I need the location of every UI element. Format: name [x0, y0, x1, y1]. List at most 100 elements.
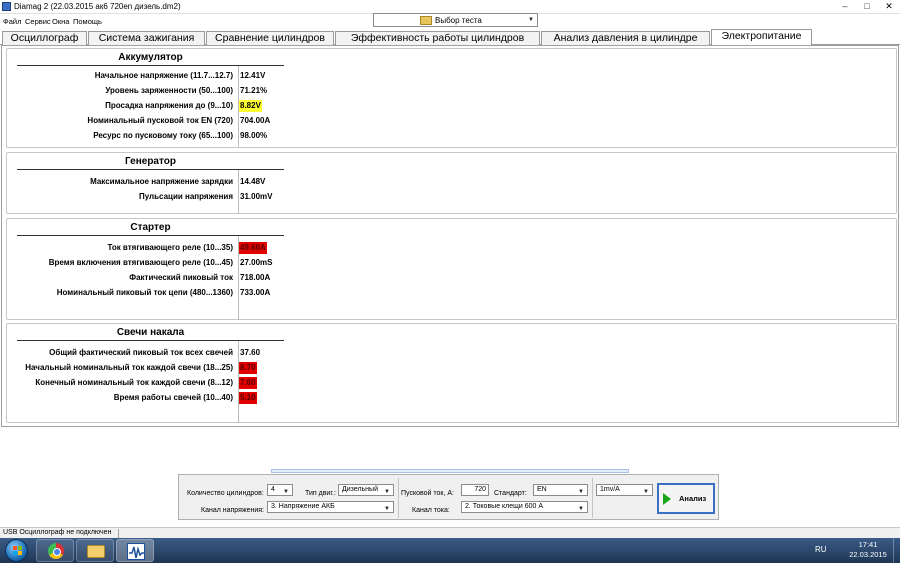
result-label: Общий фактический пиковый ток всех свече…: [49, 348, 233, 357]
divider: [17, 65, 284, 66]
divider: [592, 478, 593, 518]
window-title: Diamag 2 (22.03.2015 ак6 720en дизель.dm…: [14, 2, 181, 11]
voltage-channel-select[interactable]: 3. Напряжение АКБ ▼: [267, 501, 394, 513]
result-value: 718.00A: [240, 273, 271, 282]
usb-status: USB Осциллограф не подключен: [3, 529, 112, 536]
chrome-icon: [48, 543, 64, 559]
close-button[interactable]: ✕: [878, 0, 900, 13]
folder-icon: [420, 16, 432, 25]
chevron-down-icon: ▼: [283, 489, 289, 495]
panel-splitter[interactable]: [271, 469, 629, 473]
result-row: Номинальный пусковой ток EN (720) 704.00…: [7, 115, 327, 128]
chevron-down-icon: ▼: [578, 489, 584, 495]
clock-date: 22.03.2015: [849, 550, 887, 559]
standard-value: EN: [537, 486, 547, 493]
result-row: Фактический пиковый ток 718.00A: [7, 272, 327, 285]
start-current-label: Пусковой ток, А:: [401, 490, 454, 497]
analyze-label: Анализ: [679, 494, 707, 503]
result-label: Уровень заряженности (50...100): [105, 86, 233, 95]
divider: [118, 529, 119, 538]
taskbar-diamag[interactable]: [116, 539, 154, 562]
play-icon: [663, 493, 671, 505]
menu-file[interactable]: Файл: [3, 17, 21, 26]
chevron-down-icon: ▼: [384, 506, 390, 512]
divider: [17, 340, 284, 341]
section-starter: Стартер Ток втягивающего реле (10...35) …: [6, 218, 897, 320]
cylinders-select[interactable]: 4 ▼: [267, 484, 293, 496]
result-label: Начальное напряжение (11.7...12.7): [94, 71, 233, 80]
result-value: 98.00%: [240, 131, 268, 140]
clock-time: 17:41: [858, 540, 878, 549]
start-button[interactable]: [1, 538, 34, 563]
result-row: Номинальный пиковый ток цепи (480...1360…: [7, 287, 327, 300]
result-row: Ресурс по пусковому току (65...100) 98.0…: [7, 130, 327, 143]
analyze-button[interactable]: Анализ: [657, 483, 715, 514]
taskbar-chrome[interactable]: [36, 539, 74, 562]
result-row: Уровень заряженности (50...100) 71.21%: [7, 85, 327, 98]
result-value: 27.00mS: [240, 258, 273, 267]
tab-power-supply[interactable]: Электропитание: [711, 29, 812, 45]
result-row: Время включения втягивающего реле (10...…: [7, 257, 327, 270]
tab-pressure-analysis[interactable]: Анализ давления в цилиндре: [541, 31, 710, 45]
menu-windows[interactable]: Окна: [52, 17, 69, 26]
status-bar: USB Осциллограф не подключен: [0, 527, 900, 538]
result-label: Максимальное напряжение зарядки: [90, 177, 233, 186]
taskbar-explorer[interactable]: [76, 539, 114, 562]
current-channel-select[interactable]: 2. Токовые клещи 600 А ▼: [461, 501, 588, 513]
title-bar: Diamag 2 (22.03.2015 ак6 720en дизель.dm…: [0, 0, 900, 14]
menu-service[interactable]: Сервис: [25, 17, 51, 26]
app-icon: [2, 2, 11, 11]
result-label: Номинальный пусковой ток EN (720): [87, 116, 233, 125]
folder-icon: [87, 545, 105, 558]
standard-select[interactable]: EN ▼: [533, 484, 588, 496]
result-value-error: 5.10: [239, 392, 257, 404]
analysis-settings: Количество цилиндров: 4 ▼ Тип двиг.: Диз…: [178, 474, 719, 520]
result-row: Конечный номинальный ток каждой свечи (8…: [7, 377, 327, 390]
engine-type-select[interactable]: Дизельный ▼: [338, 484, 394, 496]
start-current-input[interactable]: 720: [461, 484, 489, 496]
result-value-warning: 8.82V: [239, 100, 262, 112]
chevron-down-icon: ▼: [578, 506, 584, 512]
tab-ignition[interactable]: Система зажигания: [88, 31, 205, 45]
result-label: Время работы свечей (10...40): [113, 393, 233, 402]
section-title: Генератор: [125, 156, 176, 167]
result-label: Фактический пиковый ток: [129, 273, 233, 282]
show-desktop-button[interactable]: [893, 538, 900, 563]
menu-help[interactable]: Помощь: [73, 17, 102, 26]
result-row: Максимальное напряжение зарядки 14.48V: [7, 176, 327, 189]
windows-logo-icon: [5, 539, 28, 562]
power-supply-panel: Аккумулятор Начальное напряжение (11.7..…: [1, 45, 899, 427]
result-label: Время включения втягивающего реле (10...…: [48, 258, 233, 267]
result-row: Общий фактический пиковый ток всех свече…: [7, 347, 327, 360]
clock[interactable]: 17:41 22.03.2015: [846, 540, 890, 560]
tab-oscilloscope[interactable]: Осциллограф: [2, 31, 87, 45]
minimize-button[interactable]: –: [834, 0, 856, 13]
section-generator: Генератор Максимальное напряжение зарядк…: [6, 152, 897, 214]
result-value: 704.00A: [240, 116, 271, 125]
result-label: Конечный номинальный ток каждой свечи (8…: [35, 378, 233, 387]
taskbar: RU 17:41 22.03.2015: [0, 538, 900, 563]
current-channel-label: Канал тока:: [412, 507, 450, 514]
chevron-down-icon: ▼: [384, 489, 390, 495]
result-label: Ток втягивающего реле (10...35): [107, 243, 233, 252]
result-value: 14.48V: [240, 177, 266, 186]
cylinders-label: Количество цилиндров:: [187, 490, 264, 497]
result-value: 71.21%: [240, 86, 268, 95]
language-indicator[interactable]: RU: [815, 545, 827, 554]
engine-type-value: Дизельный: [342, 486, 378, 493]
tab-cylinder-compare[interactable]: Сравнение цилиндров: [206, 31, 334, 45]
section-title: Стартер: [130, 222, 171, 233]
scale-select[interactable]: 1mv/A ▼: [596, 484, 653, 496]
result-label: Начальный номинальный ток каждой свечи (…: [25, 363, 233, 372]
control-area: Количество цилиндров: 4 ▼ Тип двиг.: Диз…: [0, 427, 900, 527]
result-value-error: 7.60: [239, 377, 257, 389]
result-row: Пульсации напряжения 31.00mV: [7, 191, 327, 204]
test-select-dropdown[interactable]: Выбор теста ▼: [373, 13, 538, 27]
result-row: Время работы свечей (10...40) 5.10: [7, 392, 327, 405]
section-title: Аккумулятор: [118, 52, 183, 63]
standard-label: Стандарт:: [494, 490, 527, 497]
maximize-button[interactable]: □: [856, 0, 878, 13]
tab-cylinder-efficiency[interactable]: Эффективность работы цилиндров: [335, 31, 540, 45]
result-value: 31.00mV: [240, 192, 273, 201]
result-value: 12.41V: [240, 71, 266, 80]
